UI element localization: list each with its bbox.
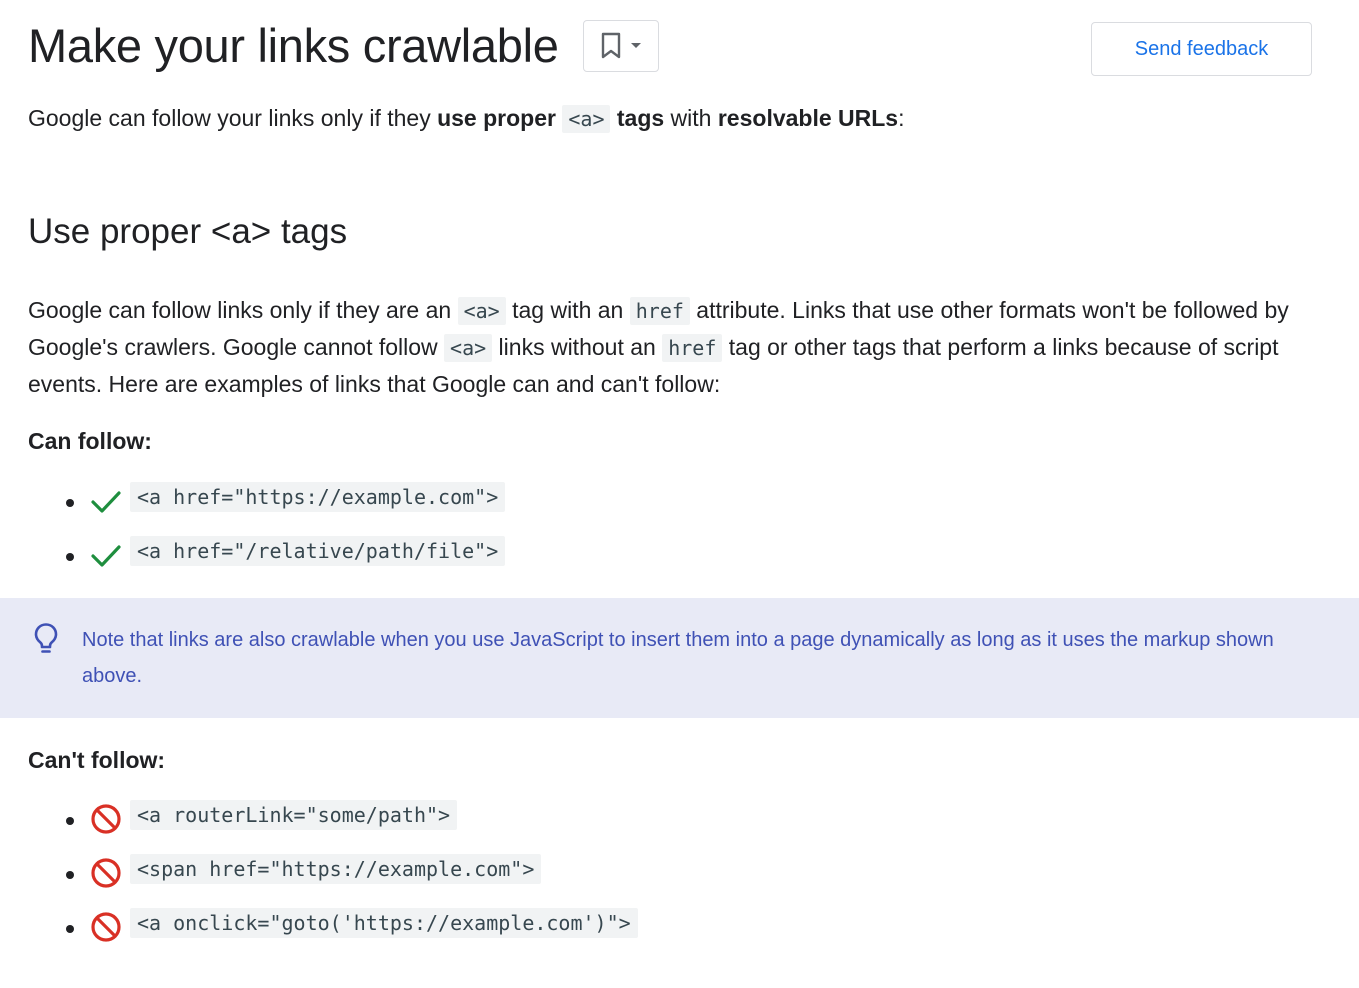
example-code: <a routerLink="some/path">	[130, 800, 458, 830]
paragraph-text: links without an	[492, 334, 663, 360]
intro-text: with	[664, 105, 718, 131]
send-feedback-button[interactable]: Send feedback	[1091, 22, 1312, 76]
can-follow-list: <a href="https://example.com"> <a href="…	[0, 475, 1000, 583]
prohibited-icon	[91, 912, 121, 942]
checkmark-icon	[91, 545, 121, 567]
title-row: Make your links crawlable	[28, 14, 659, 78]
bullet	[66, 553, 74, 561]
example-code: <span href="https://example.com">	[130, 854, 542, 884]
section-heading-text: Use proper	[28, 212, 211, 251]
inline-code: href	[629, 297, 690, 325]
intro-bold-text: resolvable URLs	[717, 105, 899, 131]
list-item: <a href="https://example.com">	[0, 475, 1000, 529]
example-code: <a href="/relative/path/file">	[130, 536, 506, 566]
list-item: <span href="https://example.com">	[0, 847, 1000, 901]
section-heading: Use proper <a> tags	[28, 208, 347, 256]
section-paragraph: Google can follow links only if they are…	[28, 292, 1318, 402]
list-item: <a onclick="goto('https://example.com')"…	[0, 901, 1000, 955]
intro-paragraph: Google can follow your links only if the…	[28, 100, 1318, 137]
lightbulb-icon	[34, 623, 58, 653]
intro-code: <a>	[562, 105, 611, 133]
list-item: <a href="/relative/path/file">	[0, 529, 1000, 583]
bullet	[66, 925, 74, 933]
bullet	[66, 817, 74, 825]
intro-text: :	[898, 105, 905, 131]
prohibited-icon	[91, 804, 121, 834]
caret-down-icon	[630, 43, 641, 48]
section-heading-text: tags	[271, 212, 348, 251]
prohibited-icon	[91, 858, 121, 888]
intro-bold-text: tags	[610, 105, 665, 131]
bullet	[66, 499, 74, 507]
section-heading-text: <a>	[210, 212, 272, 251]
inline-code: <a>	[457, 297, 506, 325]
bookmark-icon	[601, 32, 620, 59]
bullet	[66, 871, 74, 879]
page-title: Make your links crawlable	[28, 19, 559, 72]
bookmark-button[interactable]	[582, 20, 659, 72]
list-item: <a routerLink="some/path">	[0, 793, 1000, 847]
note-callout: Note that links are also crawlable when …	[0, 598, 1359, 718]
paragraph-text: tag with an	[505, 297, 630, 323]
example-code: <a href="https://example.com">	[130, 482, 506, 512]
cant-follow-label: Can't follow:	[28, 747, 166, 773]
paragraph-text: Google can follow links only if they are…	[28, 297, 458, 323]
page: Make your links crawlable Send feedback …	[0, 0, 1359, 988]
cant-follow-list: <a routerLink="some/path"> <span href="h…	[0, 793, 1000, 955]
inline-code: <a>	[444, 334, 493, 362]
intro-bold-text: use proper	[437, 105, 563, 131]
inline-code: href	[662, 334, 723, 362]
intro-text: Google can follow your links only if the…	[28, 105, 438, 131]
can-follow-label: Can follow:	[28, 428, 152, 454]
example-code: <a onclick="goto('https://example.com')"…	[130, 908, 638, 938]
checkmark-icon	[91, 491, 121, 513]
note-text: Note that links are also crawlable when …	[82, 629, 1274, 687]
